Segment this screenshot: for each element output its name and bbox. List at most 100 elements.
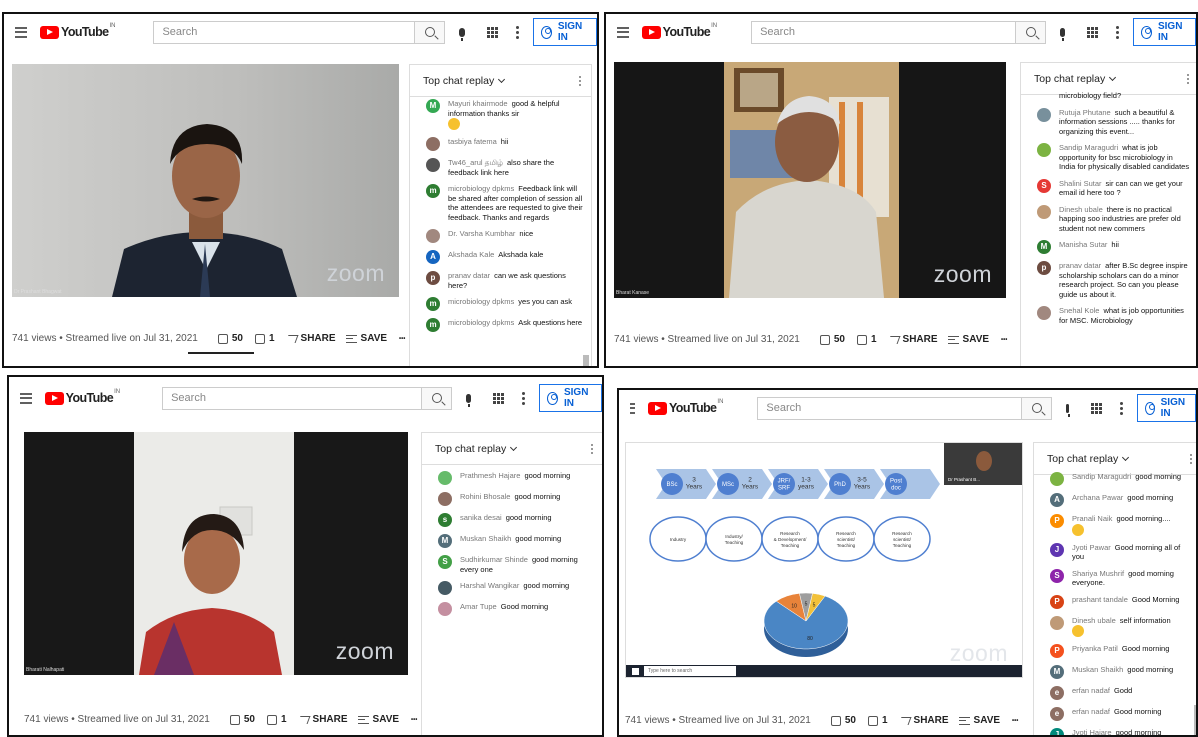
avatar[interactable]: S (438, 555, 452, 569)
sign-in-button[interactable]: SIGN IN (1133, 18, 1196, 46)
avatar[interactable]: P (1050, 594, 1064, 609)
dislike-button[interactable]: 1 (867, 715, 888, 726)
avatar[interactable]: A (426, 250, 440, 264)
avatar[interactable]: P (1050, 644, 1064, 658)
more-icon[interactable] (1119, 401, 1123, 415)
avatar[interactable] (1037, 306, 1051, 320)
avatar[interactable]: m (426, 184, 440, 198)
avatar[interactable]: s (438, 513, 452, 527)
chat-header[interactable]: Top chat replay (410, 65, 591, 97)
video-player[interactable]: zoom Bharati Nalhapati (24, 432, 408, 675)
search-button[interactable] (1022, 396, 1053, 420)
chat-author[interactable]: Priyanka Patil (1072, 644, 1118, 653)
avatar[interactable] (1037, 143, 1051, 157)
youtube-logo[interactable]: YouTube IN (44, 389, 120, 405)
avatar[interactable]: m (426, 318, 440, 332)
avatar[interactable] (1037, 107, 1051, 122)
dislike-button[interactable]: 1 (856, 334, 877, 345)
more-icon[interactable] (1116, 25, 1120, 39)
apps-icon[interactable] (486, 26, 498, 38)
share-button[interactable]: SHARE (297, 714, 348, 725)
menu-icon[interactable] (630, 402, 635, 414)
avatar[interactable] (438, 602, 452, 616)
share-button[interactable]: SHARE (898, 715, 949, 726)
chat-author[interactable]: Jyoti Pawar (1072, 543, 1111, 552)
dislike-button[interactable]: 1 (254, 333, 275, 344)
more-icon[interactable] (1190, 453, 1192, 464)
chat-author[interactable]: Shalini Sutar (1059, 179, 1102, 188)
avatar[interactable] (438, 471, 452, 485)
avatar[interactable] (426, 229, 440, 243)
sign-in-button[interactable]: SIGN IN (532, 18, 597, 46)
sign-in-button[interactable]: SIGN IN (1136, 394, 1196, 422)
share-button[interactable]: SHARE (285, 333, 336, 344)
chat-header[interactable]: Top chat replay (422, 433, 602, 465)
more-icon[interactable] (1187, 73, 1189, 84)
avatar[interactable]: e (1050, 686, 1064, 700)
like-button[interactable]: 50 (830, 715, 856, 726)
avatar[interactable]: m (426, 297, 440, 311)
more-actions-button[interactable]: ••• (399, 336, 405, 342)
mic-icon[interactable] (466, 393, 472, 407)
scrollbar[interactable] (583, 355, 589, 366)
save-button[interactable]: SAVE (345, 333, 387, 344)
chat-author[interactable]: sanika desai (460, 513, 502, 522)
apps-icon[interactable] (1087, 26, 1099, 38)
search-button[interactable] (415, 20, 446, 44)
chat-author[interactable]: prashant tandale (1072, 595, 1128, 604)
chat-author[interactable]: Sandip Maragudri (1072, 472, 1131, 481)
more-actions-button[interactable]: ••• (411, 717, 417, 723)
share-button[interactable]: SHARE (887, 334, 938, 345)
search-input[interactable]: Search (757, 396, 1023, 420)
apps-icon[interactable] (493, 392, 505, 404)
scrollbar[interactable] (1194, 705, 1196, 735)
video-player[interactable]: zoom Bharat Kanase (614, 62, 1006, 298)
chat-author[interactable]: Manisha Sutar (1059, 240, 1107, 249)
windows-start-icon[interactable] (632, 668, 639, 675)
avatar[interactable] (426, 137, 440, 151)
taskbar-search[interactable]: Type here to search (644, 666, 736, 676)
chat-author[interactable]: Muskan Shaikh (1072, 665, 1123, 674)
chat-author[interactable]: Dr. Varsha Kumbhar (448, 229, 515, 238)
chat-author[interactable]: Archana Pawar (1072, 493, 1123, 502)
chat-author[interactable]: Snehal Kole (1059, 306, 1099, 315)
save-button[interactable]: SAVE (958, 715, 1000, 726)
chat-author[interactable]: Shariya Mushrif (1072, 569, 1124, 578)
chat-author[interactable]: Sandip Maragudri (1059, 143, 1118, 152)
avatar[interactable] (426, 158, 440, 172)
youtube-logo[interactable]: YouTube IN (40, 23, 115, 39)
search-button[interactable] (1016, 20, 1047, 44)
avatar[interactable] (438, 581, 452, 595)
avatar[interactable]: M (1050, 665, 1064, 679)
chat-author[interactable]: Rutuja Phutane (1059, 108, 1111, 117)
avatar[interactable]: J (1050, 728, 1064, 735)
like-button[interactable]: 50 (217, 333, 243, 344)
youtube-logo[interactable]: YouTube IN (641, 23, 717, 39)
more-icon[interactable] (579, 75, 581, 86)
chat-author[interactable]: Jyoti Hajare (1072, 728, 1112, 735)
more-actions-button[interactable]: ••• (1012, 718, 1018, 724)
avatar[interactable]: A (1050, 493, 1064, 507)
avatar[interactable] (1037, 204, 1051, 219)
dislike-button[interactable]: 1 (266, 714, 287, 725)
like-button[interactable]: 50 (229, 714, 255, 725)
chat-author[interactable]: Prathmesh Hajare (460, 471, 520, 480)
chat-author[interactable]: erfan nadaf (1072, 707, 1110, 716)
avatar[interactable] (438, 492, 452, 506)
avatar[interactable]: S (1037, 178, 1051, 193)
mic-icon[interactable] (459, 27, 465, 41)
chat-author[interactable]: Sudhirkumar Shinde (460, 555, 528, 564)
menu-icon[interactable] (20, 392, 32, 404)
mic-icon[interactable] (1060, 27, 1066, 41)
chat-author[interactable]: pranav datar (448, 271, 490, 280)
like-button[interactable]: 50 (819, 334, 845, 345)
search-input[interactable]: Search (162, 386, 423, 410)
chat-author[interactable]: Muskan Shaikh (460, 534, 511, 543)
more-icon[interactable] (515, 25, 519, 39)
chat-author[interactable]: Rohini Bhosale (460, 492, 510, 501)
avatar[interactable]: M (1037, 240, 1051, 254)
avatar[interactable]: p (426, 271, 440, 285)
chat-author[interactable]: Mayuri khairmode (448, 99, 508, 108)
more-actions-button[interactable]: ••• (1001, 337, 1007, 343)
video-player[interactable]: BSc 3 Years MSc 2 Years JRF/SRF 1-3 years PhD 3-5 Y… (625, 442, 1023, 678)
